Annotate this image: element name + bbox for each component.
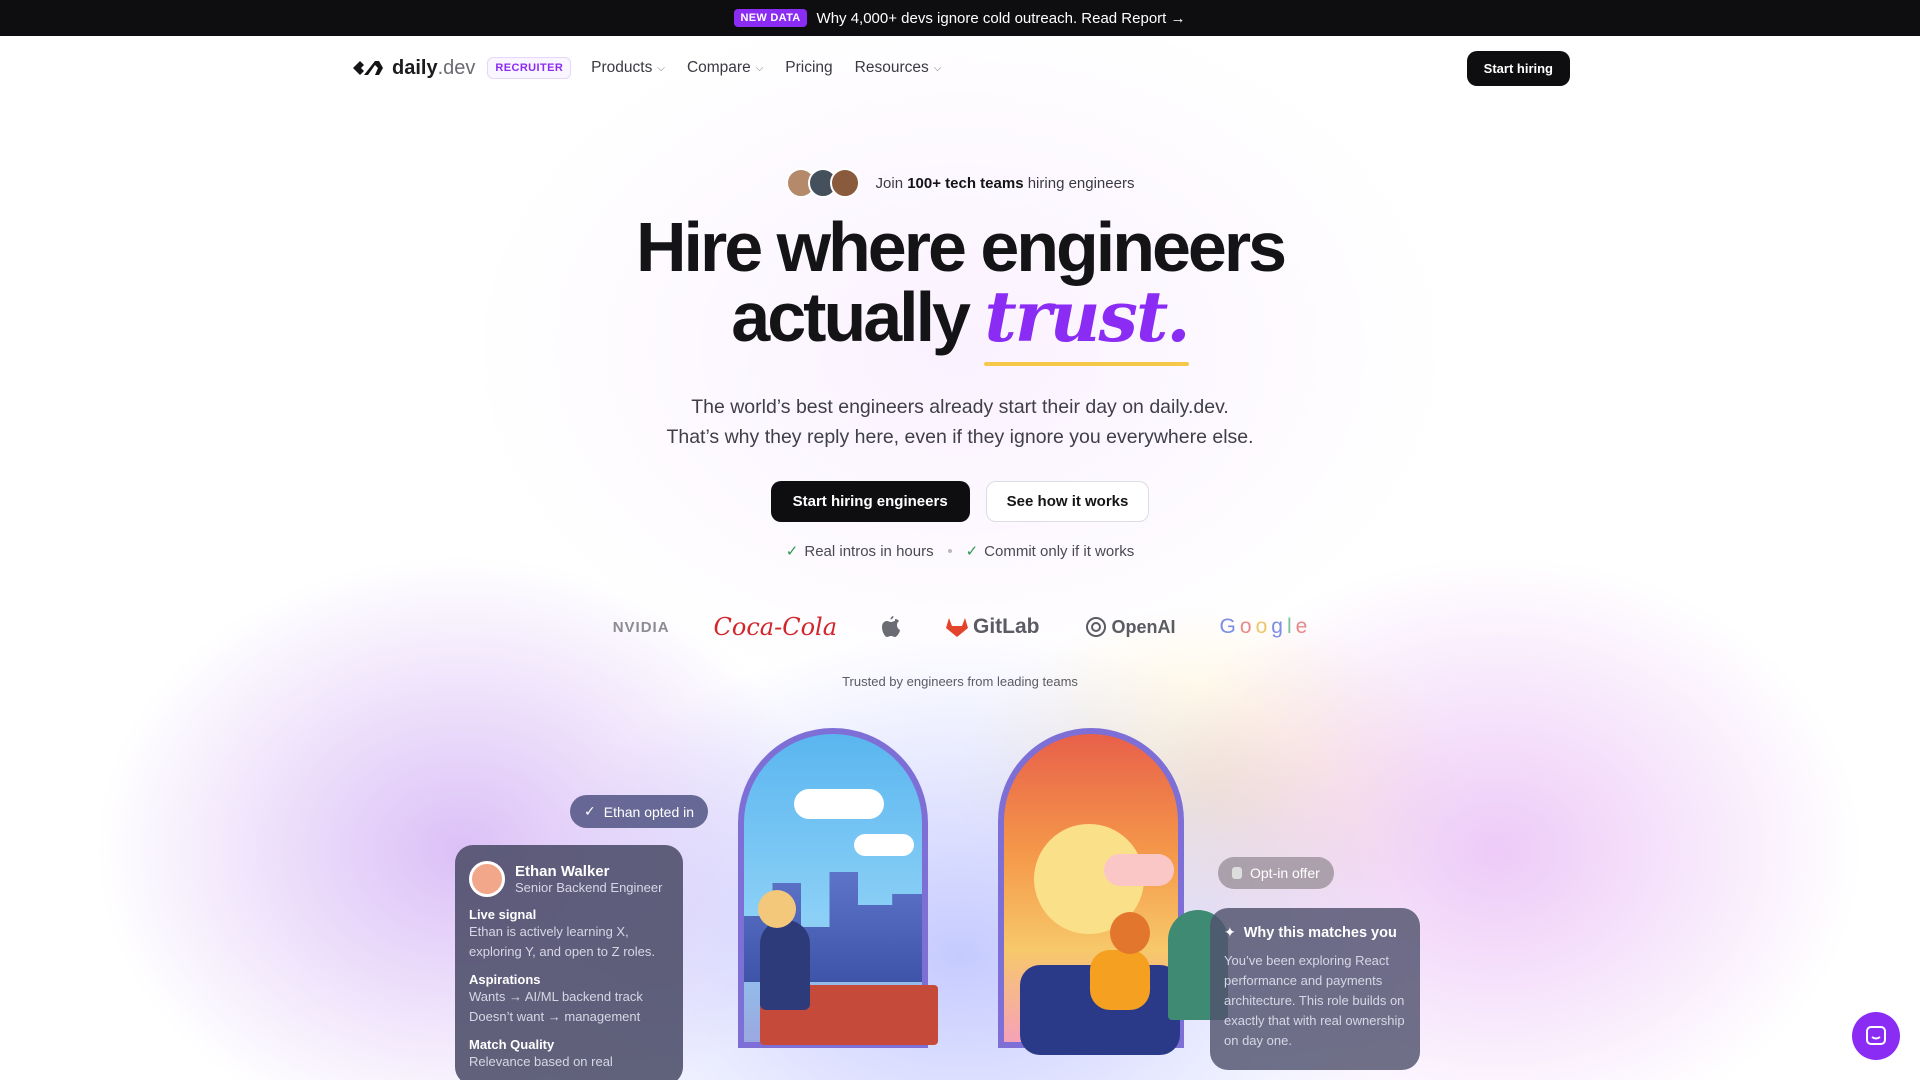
logos-caption: Trusted by engineers from leading teams [842, 674, 1078, 689]
nav-resources[interactable]: Resources ⌵ [855, 59, 942, 77]
nav-compare-label: Compare [686, 59, 751, 76]
headline-accent: trust. [984, 282, 1191, 366]
match-card-title: Why this matches you [1243, 924, 1397, 941]
join-text: Join 100+ tech teams hiring engineers [875, 174, 1135, 192]
offer-label: Opt-in offer [1250, 865, 1320, 881]
hero-subheadline: The world’s best engineers already start… [0, 392, 1920, 452]
gitlab-logo: GitLab [945, 615, 1040, 639]
candidate-card: Ethan Walker Senior Backend Engineer Liv… [455, 845, 683, 1080]
cloud [1104, 854, 1174, 886]
opted-in-label: Ethan opted in [603, 803, 695, 820]
headline-underline [984, 362, 1189, 366]
headline-line-1: Hire where engineers [635, 208, 1287, 286]
nav-pricing-label: Pricing [785, 59, 833, 76]
chat-launcher-button[interactable] [1852, 1012, 1900, 1060]
person-right-head [1110, 912, 1150, 954]
candidate-role: Senior Backend Engineer [515, 880, 663, 895]
match-card-header: ✦ Why this matches you [1224, 924, 1406, 941]
announcement-badge: NEW DATA [734, 9, 807, 27]
chevron-down-icon: ⌵ [755, 62, 764, 74]
person-right [1090, 950, 1150, 1010]
start-hiring-button[interactable]: Start hiring [1466, 50, 1570, 86]
hero-checks: ✓ Real intros in hours ✓ Commit only if it… [0, 542, 1920, 560]
match-card: ✦ Why this matches you You’ve been explo… [1210, 908, 1420, 1070]
aspirations-title: Aspirations [469, 972, 541, 987]
openai-logo: OpenAI [1084, 615, 1176, 639]
headline-line-2: actually trust. [0, 282, 1920, 366]
gitlab-icon [946, 618, 969, 637]
see-how-it-works-button[interactable]: See how it works [985, 481, 1150, 522]
cloud [794, 789, 884, 819]
check-item: ✓ Commit only if it works [965, 543, 1135, 560]
person-left-head [758, 890, 796, 928]
cloud [854, 834, 914, 856]
logo[interactable]: daily.dev [350, 57, 475, 80]
chevron-down-icon: ⌵ [933, 62, 942, 74]
apple-logo-icon [881, 615, 901, 639]
opt-in-offer-pill: Opt-in offer [1218, 857, 1334, 889]
announcement-bar[interactable]: NEW DATA Why 4,000+ devs ignore cold out… [0, 0, 1920, 36]
opted-in-pill: ✓ Ethan opted in [570, 795, 709, 828]
check-item: ✓ Real intros in hours [785, 543, 934, 560]
match-card-text: You’ve been exploring React performance … [1224, 953, 1405, 1048]
nvidia-logo: NVIDIA [612, 618, 670, 636]
logo-word: daily.dev [392, 56, 476, 79]
sub-line-1: The world’s best engineers already start… [691, 396, 1229, 418]
nav-products-label: Products [591, 59, 653, 76]
company-logos: NVIDIA Coca-Cola GitLab OpenAI Google [0, 613, 1920, 641]
check-icon: ✓ [965, 543, 979, 560]
sparkle-icon: ✦ [1224, 924, 1236, 940]
hero-headline: Hire where engineers actually trust. [0, 208, 1920, 366]
sub-line-2: That’s why they reply here, even if they… [666, 426, 1254, 448]
nav-pricing[interactable]: Pricing [785, 59, 832, 77]
coca-cola-logo: Coca-Cola [713, 613, 838, 641]
avatar [469, 861, 505, 897]
avatar-stack [785, 168, 860, 198]
nav-resources-label: Resources [854, 59, 929, 76]
avatar [829, 168, 860, 198]
check-icon: ✓ [584, 803, 596, 819]
person-left [760, 920, 810, 1010]
match-quality-title: Match Quality [469, 1037, 555, 1052]
separator-dot [947, 549, 952, 553]
candidate-name: Ethan Walker [515, 863, 610, 880]
recruiter-tag: RECRUITER [487, 57, 572, 79]
openai-icon [1085, 617, 1106, 637]
aspirations-doesnt: Doesn’t want → management [469, 1009, 641, 1024]
match-quality-text: Relevance based on real [469, 1054, 613, 1069]
hero-ctas: Start hiring engineers See how it works [0, 481, 1920, 522]
live-signal-text: Ethan is actively learning X, exploring … [469, 924, 655, 959]
daily-dev-logo-icon [353, 61, 383, 75]
aspirations-wants: Wants → AI/ML backend track [469, 989, 643, 1004]
nav-compare[interactable]: Compare ⌵ [687, 59, 763, 77]
check-icon: ✓ [785, 543, 799, 560]
nav-products[interactable]: Products ⌵ [591, 59, 665, 77]
top-nav: daily.dev RECRUITER Products ⌵ Compare ⌵… [350, 50, 1570, 86]
headline-actually: actually [731, 278, 971, 356]
chevron-down-icon: ⌵ [657, 62, 665, 74]
live-signal-title: Live signal [469, 907, 537, 922]
social-proof: Join 100+ tech teams hiring engineers [0, 168, 1920, 198]
lock-icon [1232, 867, 1242, 879]
google-logo: Google [1219, 615, 1308, 638]
candidate-header: Ethan Walker Senior Backend Engineer [469, 861, 669, 897]
start-hiring-engineers-button[interactable]: Start hiring engineers [770, 481, 970, 522]
chat-icon [1866, 1026, 1886, 1045]
announcement-text[interactable]: Why 4,000+ devs ignore cold outreach. Re… [817, 10, 1186, 27]
